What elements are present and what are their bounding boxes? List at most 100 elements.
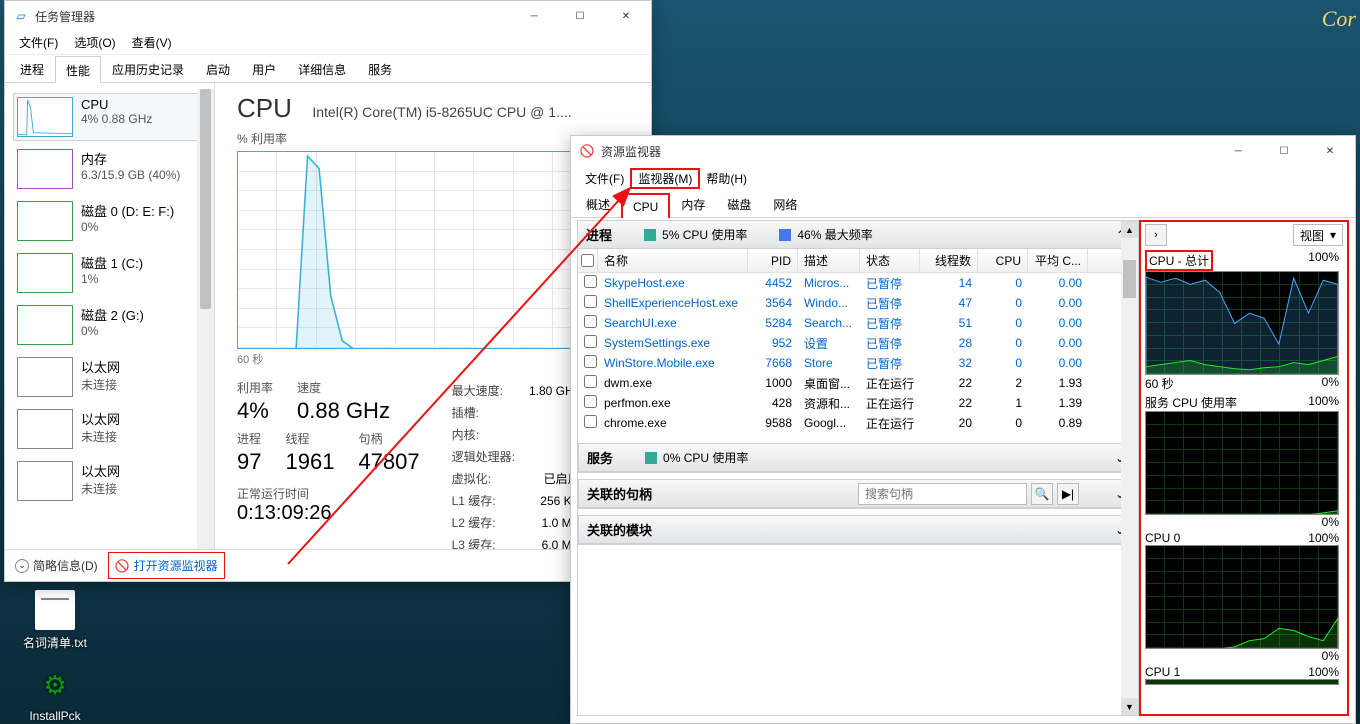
minimize-button[interactable]: ─ [1215, 136, 1261, 166]
rm-menu-item[interactable]: 文件(F) [577, 170, 632, 187]
row-checkbox[interactable] [584, 295, 597, 308]
stats-right: 最大速度:1.80 GHz插槽:1内核:4逻辑处理器:8虚拟化:已启用L1 缓存… [450, 379, 582, 557]
tm-sidebar-item[interactable]: 以太网未连接 [13, 353, 210, 401]
tm-tab[interactable]: 进程 [9, 55, 55, 82]
search-handles-input[interactable] [858, 483, 1027, 505]
tm-tab[interactable]: 用户 [241, 55, 287, 82]
tm-tab[interactable]: 性能 [55, 56, 101, 83]
sidebar-thumb [17, 149, 73, 189]
rm-menu-item[interactable]: 监视器(M) [630, 168, 700, 189]
tm-icon: ▱ [13, 8, 29, 24]
nav-right-button[interactable]: › [1145, 224, 1167, 246]
row-checkbox[interactable] [584, 315, 597, 328]
tm-titlebar[interactable]: ▱ 任务管理器 ─ ☐ ✕ [5, 1, 651, 31]
cpu-model: Intel(R) Core(TM) i5-8265UC CPU @ 1.... [312, 104, 571, 120]
tm-tab[interactable]: 服务 [357, 55, 403, 82]
close-button[interactable]: ✕ [1307, 136, 1353, 166]
rm-tab[interactable]: 概述 [575, 190, 621, 217]
tm-sidebar-item[interactable]: 内存6.3/15.9 GB (40%) [13, 145, 210, 193]
tm-tab[interactable]: 详细信息 [287, 55, 357, 82]
maximize-button[interactable]: ☐ [557, 1, 603, 31]
rm-tab[interactable]: 磁盘 [716, 190, 762, 217]
process-row[interactable]: perfmon.exe428资源和...正在运行2211.39 [578, 393, 1138, 413]
rm-titlebar[interactable]: 🚫 资源监视器 ─ ☐ ✕ [571, 136, 1355, 166]
process-columns[interactable]: 名称PID描述状态线程数CPU平均 C... [578, 249, 1138, 273]
tm-sidebar-item[interactable]: 以太网未连接 [13, 457, 210, 505]
search-button[interactable]: 🔍 [1031, 483, 1053, 505]
modules-header[interactable]: 关联的模块 ⌄ [579, 516, 1137, 544]
row-checkbox[interactable] [584, 395, 597, 408]
brief-info-toggle[interactable]: ⌄简略信息(D) [15, 557, 98, 574]
column-header[interactable]: 线程数 [920, 249, 978, 272]
process-row[interactable]: SystemSettings.exe952设置已暂停2800.00 [578, 333, 1138, 353]
sidebar-thumb [17, 409, 73, 449]
column-header[interactable]: 名称 [598, 249, 748, 272]
tm-menu-item[interactable]: 查看(V) [124, 34, 180, 51]
process-row[interactable]: ShellExperienceHost.exe3564Windo...已暂停47… [578, 293, 1138, 313]
tm-sidebar-item[interactable]: 磁盘 0 (D: E: F:)0% [13, 197, 210, 245]
column-header[interactable]: 平均 C... [1028, 249, 1088, 272]
tm-sidebar-item[interactable]: CPU4% 0.88 GHz [13, 93, 210, 141]
rm-menubar: 文件(F)监视器(M)帮助(H) [571, 166, 1355, 190]
handles-header[interactable]: 关联的句柄 🔍 ▶| ⌄ [579, 480, 1137, 508]
minimize-button[interactable]: ─ [511, 1, 557, 31]
view-dropdown[interactable]: 视图▾ [1293, 224, 1343, 246]
column-header[interactable]: 状态 [860, 249, 920, 272]
process-row[interactable]: SkypeHost.exe4452Micros...已暂停1400.00 [578, 273, 1138, 293]
tm-sidebar-item[interactable]: 磁盘 2 (G:)0% [13, 301, 210, 349]
rm-tab[interactable]: 内存 [670, 190, 716, 217]
process-row[interactable]: dwm.exe1000桌面窗...正在运行2221.93 [578, 373, 1138, 393]
open-resource-monitor-link[interactable]: 🚫打开资源监视器 [108, 552, 225, 579]
row-checkbox[interactable] [584, 335, 597, 348]
txt-file-icon [35, 590, 75, 630]
column-header[interactable]: PID [748, 249, 798, 272]
stats-left: 利用率4% 速度0.88 GHz 进程97 线程1961 句柄47807 正常运… [237, 379, 420, 557]
resource-monitor-window: 🚫 资源监视器 ─ ☐ ✕ 文件(F)监视器(M)帮助(H) 概述CPU内存磁盘… [570, 135, 1356, 724]
process-row[interactable]: SearchUI.exe5284Search...已暂停5100.00 [578, 313, 1138, 333]
select-all-checkbox[interactable] [581, 254, 594, 267]
row-checkbox[interactable] [584, 415, 597, 428]
watermark: Cor [1322, 6, 1360, 32]
cpu-heading: CPU [237, 93, 292, 124]
mini-chart: CPU - 总计100%60 秒0% [1145, 250, 1339, 392]
tm-tab[interactable]: 应用历史记录 [101, 55, 195, 82]
left-scrollbar[interactable]: ▲▼ [1121, 221, 1138, 715]
sidebar-thumb [17, 357, 73, 397]
column-header[interactable]: 描述 [798, 249, 860, 272]
mini-chart: CPU 1100% [1145, 665, 1339, 685]
sidebar-thumb [17, 461, 73, 501]
row-checkbox[interactable] [584, 375, 597, 388]
tm-sidebar-item[interactable]: 磁盘 1 (C:)1% [13, 249, 210, 297]
tm-menu-item[interactable]: 文件(F) [11, 34, 66, 51]
tm-title: 任务管理器 [35, 8, 95, 25]
rm-tab[interactable]: 网络 [762, 190, 808, 217]
rm-left-panel: 进程 5% CPU 使用率 46% 最大频率 ⌃ 名称PID描述状态线程数CPU… [577, 220, 1139, 716]
prohibited-icon: 🚫 [115, 559, 130, 573]
services-header[interactable]: 服务 0% CPU 使用率 ⌄ [579, 444, 1137, 472]
rm-menu-item[interactable]: 帮助(H) [698, 170, 755, 187]
process-row[interactable]: WinStore.Mobile.exe7668Store已暂停3200.00 [578, 353, 1138, 373]
row-checkbox[interactable] [584, 355, 597, 368]
column-header[interactable]: CPU [978, 249, 1028, 272]
desktop-file-txt[interactable]: 名词清单.txt [20, 590, 90, 651]
sidebar-thumb [17, 97, 73, 137]
tm-sidebar: CPU4% 0.88 GHz内存6.3/15.9 GB (40%)磁盘 0 (D… [5, 83, 215, 573]
search-next-button[interactable]: ▶| [1057, 483, 1079, 505]
processes-header[interactable]: 进程 5% CPU 使用率 46% 最大频率 ⌃ [578, 221, 1138, 249]
row-checkbox[interactable] [584, 275, 597, 288]
rm-tab[interactable]: CPU [621, 193, 670, 218]
tm-sidebar-item[interactable]: 以太网未连接 [13, 405, 210, 453]
sidebar-scrollbar[interactable] [197, 89, 214, 567]
tm-menu-item[interactable]: 选项(O) [66, 34, 123, 51]
close-button[interactable]: ✕ [603, 1, 649, 31]
desktop-file-install[interactable]: ⚙ InstallPck [20, 665, 90, 723]
desktop-file-label: 名词清单.txt [20, 634, 90, 651]
maximize-button[interactable]: ☐ [1261, 136, 1307, 166]
sidebar-thumb [17, 305, 73, 345]
uptime-value: 0:13:09:26 [237, 502, 420, 525]
process-rows: SkypeHost.exe4452Micros...已暂停1400.00Shel… [578, 273, 1138, 433]
install-icon: ⚙ [35, 665, 75, 705]
process-row[interactable]: chrome.exe9588Googl...正在运行2000.89 [578, 413, 1138, 433]
tm-tab[interactable]: 启动 [195, 55, 241, 82]
task-manager-window: ▱ 任务管理器 ─ ☐ ✕ 文件(F)选项(O)查看(V) 进程性能应用历史记录… [4, 0, 652, 582]
